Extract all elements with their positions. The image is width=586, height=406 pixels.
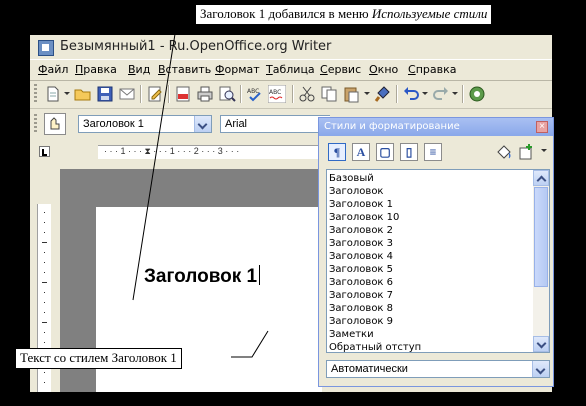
style-item[interactable]: Заметки [329, 328, 534, 341]
menu-format[interactable]: Формат [215, 63, 260, 76]
styles-hand-icon [50, 117, 60, 130]
bottom-callout-text: Текст со стилем Заголовок 1 [20, 350, 177, 365]
style-item[interactable]: Заголовок 3 [329, 237, 534, 250]
character-styles-icon[interactable]: A [352, 143, 370, 161]
style-item[interactable]: Заголовок 2 [329, 224, 534, 237]
paragraph-style-combo[interactable]: Заголовок 1 [78, 115, 212, 133]
new-style-icon[interactable] [517, 143, 535, 161]
save-icon[interactable] [96, 85, 114, 103]
style-item[interactable]: Заголовок 4 [329, 250, 534, 263]
menu-file[interactable]: Файл [38, 63, 68, 76]
menu-bar: Файл Правка Вид Вставить Формат Таблица … [30, 59, 552, 81]
scroll-down-icon[interactable] [533, 336, 549, 352]
svg-text:ABC: ABC [269, 89, 281, 96]
fill-format-mode-icon[interactable] [495, 143, 513, 161]
tab-stop-selector[interactable] [39, 146, 50, 157]
undo-icon[interactable] [402, 85, 420, 103]
menu-window[interactable]: Окно [369, 63, 398, 76]
style-item[interactable]: Заголовок 1 [329, 198, 534, 211]
page-styles-icon[interactable]: ▯ [400, 143, 418, 161]
new-document-icon[interactable] [44, 85, 62, 103]
document-heading[interactable]: Заголовок 1 [144, 265, 261, 288]
menu-help[interactable]: Справка [408, 63, 456, 76]
style-item[interactable]: Заголовок 7 [329, 289, 534, 302]
toolbar-separator [168, 85, 170, 103]
top-callout: Заголовок 1 добавился в меню Используемы… [195, 4, 493, 25]
list-styles-icon[interactable]: ≡ [424, 143, 442, 161]
edit-icon[interactable] [146, 85, 164, 103]
menu-edit[interactable]: Правка [75, 63, 117, 76]
toolbar-separator [396, 85, 398, 103]
copy-icon[interactable] [320, 85, 338, 103]
window-title: Безымянный1 - Ru.OpenOffice.org Writer [60, 39, 332, 54]
styles-list: Базовый Заголовок Заголовок 1 Заголовок … [326, 169, 550, 353]
style-item[interactable]: Базовый [329, 172, 534, 185]
styles-panel-titlebar[interactable]: Стили и форматирование × [319, 118, 553, 136]
chevron-down-icon[interactable] [64, 92, 70, 95]
top-callout-italic: Используемые стили [371, 6, 488, 21]
styles-formatting-button[interactable] [44, 113, 66, 135]
toolbar-separator [240, 85, 242, 103]
email-icon[interactable] [118, 85, 136, 103]
navigator-icon[interactable] [468, 85, 486, 103]
top-callout-text: Заголовок 1 добавился в меню [200, 6, 372, 21]
toolbar-separator [292, 85, 294, 103]
text-cursor [259, 265, 261, 285]
bottom-callout: Текст со стилем Заголовок 1 [15, 348, 182, 369]
style-item[interactable]: Обратный отступ [329, 341, 534, 352]
style-item[interactable]: Заголовок 9 [329, 315, 534, 328]
print-icon[interactable] [196, 85, 214, 103]
style-item[interactable]: Заголовок 6 [329, 276, 534, 289]
paragraph-styles-icon[interactable]: ¶ [328, 143, 346, 161]
chevron-down-icon[interactable] [364, 92, 370, 95]
open-folder-icon[interactable] [74, 85, 92, 103]
spellcheck-icon[interactable]: ABC [246, 85, 264, 103]
title-bar: Безымянный1 - Ru.OpenOffice.org Writer [30, 35, 552, 59]
toolbar-separator [462, 85, 464, 103]
toolbar-grip[interactable] [34, 84, 37, 104]
ruler-ticks: · · · 1 · · · ⧗ · · · 1 · · · 2 · · · 3 … [104, 146, 240, 156]
toolbar-grip[interactable] [34, 114, 37, 134]
standard-toolbar: ABC ABC [30, 80, 552, 109]
menu-tools[interactable]: Сервис [320, 63, 361, 76]
app-icon [38, 40, 54, 56]
chevron-down-icon[interactable] [541, 149, 547, 152]
autospell-icon[interactable]: ABC [268, 85, 286, 103]
format-paintbrush-icon[interactable] [374, 85, 392, 103]
paragraph-style-value: Заголовок 1 [83, 118, 144, 130]
style-item[interactable]: Заголовок 5 [329, 263, 534, 276]
style-filter-combo[interactable]: Автоматически [326, 360, 550, 378]
styles-formatting-panel: Стили и форматирование × ¶ A ▢ ▯ ≡ Базов… [318, 117, 554, 387]
pdf-icon[interactable] [174, 85, 192, 103]
menu-table[interactable]: Таблица [266, 63, 315, 76]
horizontal-ruler[interactable]: · · · 1 · · · ⧗ · · · 1 · · · 2 · · · 3 … [98, 145, 328, 159]
style-filter-value: Автоматически [331, 363, 408, 375]
font-name-value: Arial [225, 118, 248, 130]
menu-view[interactable]: Вид [128, 63, 150, 76]
styles-scrollbar[interactable] [533, 170, 549, 352]
toolbar-separator [140, 85, 142, 103]
redo-icon[interactable] [432, 85, 450, 103]
svg-text:ABC: ABC [247, 88, 259, 95]
font-name-combo[interactable]: Arial [220, 115, 330, 133]
style-item[interactable]: Заголовок [329, 185, 534, 198]
chevron-down-icon[interactable] [452, 92, 458, 95]
scroll-up-icon[interactable] [533, 170, 549, 186]
menu-insert[interactable]: Вставить [158, 63, 211, 76]
paste-icon[interactable] [342, 85, 360, 103]
styles-panel-title: Стили и форматирование [324, 121, 460, 132]
heading-text: Заголовок 1 [144, 266, 258, 287]
cut-icon[interactable] [298, 85, 316, 103]
style-item[interactable]: Заголовок 10 [329, 211, 534, 224]
frame-styles-icon[interactable]: ▢ [376, 143, 394, 161]
scrollbar-thumb[interactable] [534, 187, 548, 287]
chevron-down-icon[interactable] [422, 92, 428, 95]
chevron-down-icon[interactable] [532, 361, 549, 377]
preview-icon[interactable] [218, 85, 236, 103]
close-icon[interactable]: × [536, 121, 548, 133]
chevron-down-icon[interactable] [194, 116, 211, 132]
style-item[interactable]: Заголовок 8 [329, 302, 534, 315]
